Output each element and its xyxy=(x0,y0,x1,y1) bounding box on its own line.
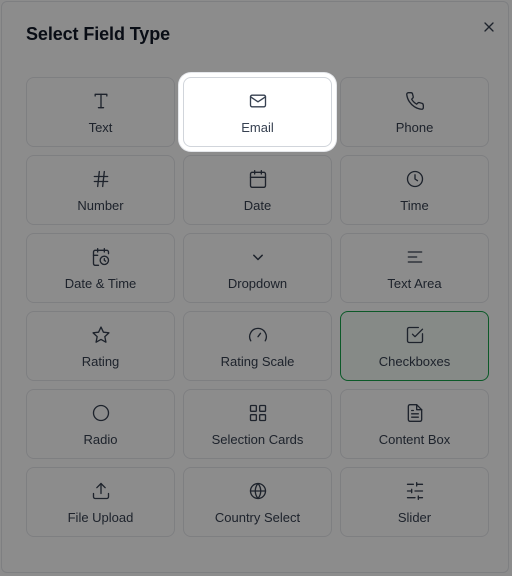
field-type-country-select[interactable]: Country Select xyxy=(183,467,332,537)
field-type-file-upload[interactable]: File Upload xyxy=(26,467,175,537)
globe-icon xyxy=(247,480,269,502)
select-field-type-dialog: Select Field Type Text Email Phone Numbe… xyxy=(1,1,509,573)
checkbox-icon xyxy=(404,324,426,346)
upload-icon xyxy=(90,480,112,502)
field-type-checkboxes[interactable]: Checkboxes xyxy=(340,311,489,381)
document-icon xyxy=(404,402,426,424)
field-type-label: Date xyxy=(243,198,272,213)
mail-icon xyxy=(247,90,269,112)
field-type-label: Rating Scale xyxy=(220,354,295,369)
field-type-rating[interactable]: Rating xyxy=(26,311,175,381)
field-type-text[interactable]: Text xyxy=(26,77,175,147)
field-type-label: Text xyxy=(88,120,113,135)
field-type-label: Country Select xyxy=(214,510,301,525)
sliders-icon xyxy=(404,480,426,502)
field-type-radio[interactable]: Radio xyxy=(26,389,175,459)
calendar-icon xyxy=(247,168,269,190)
field-type-label: Selection Cards xyxy=(211,432,304,447)
chevron-down-icon xyxy=(247,246,269,268)
field-type-label: File Upload xyxy=(67,510,134,525)
close-button[interactable] xyxy=(480,18,498,36)
field-type-label: Date & Time xyxy=(64,276,137,291)
text-align-icon xyxy=(404,246,426,268)
gauge-icon xyxy=(247,324,269,346)
field-type-label: Time xyxy=(400,198,429,213)
field-type-label: Dropdown xyxy=(227,276,288,291)
field-type-label: Rating xyxy=(81,354,120,369)
field-type-number[interactable]: Number xyxy=(26,155,175,225)
field-type-date[interactable]: Date xyxy=(183,155,332,225)
field-type-label: Email xyxy=(241,120,274,135)
text-icon xyxy=(90,90,112,112)
field-type-email[interactable]: Email xyxy=(183,77,332,147)
field-type-dropdown[interactable]: Dropdown xyxy=(183,233,332,303)
field-type-selection-cards[interactable]: Selection Cards xyxy=(183,389,332,459)
phone-icon xyxy=(404,90,426,112)
clock-icon xyxy=(404,168,426,190)
circle-icon xyxy=(90,402,112,424)
dialog-title: Select Field Type xyxy=(26,24,171,44)
field-type-date-time[interactable]: Date & Time xyxy=(26,233,175,303)
field-type-label: Text Area xyxy=(387,276,442,291)
hash-icon xyxy=(90,168,112,190)
field-type-label: Number xyxy=(77,198,124,213)
field-type-content-box[interactable]: Content Box xyxy=(340,389,489,459)
close-icon xyxy=(484,22,494,32)
field-type-phone[interactable]: Phone xyxy=(340,77,489,147)
calendar-clock-icon xyxy=(90,246,112,268)
field-type-label: Phone xyxy=(395,120,434,135)
star-icon xyxy=(90,324,112,346)
field-type-text-area[interactable]: Text Area xyxy=(340,233,489,303)
field-type-label: Content Box xyxy=(378,432,451,447)
field-type-slider[interactable]: Slider xyxy=(340,467,489,537)
field-type-label: Checkboxes xyxy=(378,354,451,369)
field-type-grid: Text Email Phone Number Date Time Date &… xyxy=(26,77,489,537)
field-type-rating-scale[interactable]: Rating Scale xyxy=(183,311,332,381)
field-type-label: Radio xyxy=(83,432,118,447)
field-type-time[interactable]: Time xyxy=(340,155,489,225)
field-type-label: Slider xyxy=(397,510,432,525)
grid-icon xyxy=(247,402,269,424)
